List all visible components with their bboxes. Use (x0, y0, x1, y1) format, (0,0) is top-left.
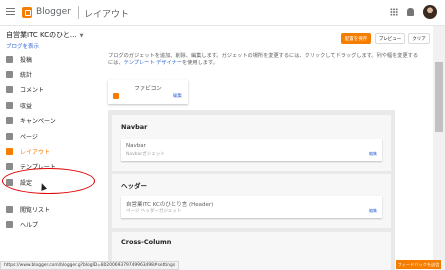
section-title: ヘッダー (121, 182, 147, 190)
sidebar-item-label: ヘルプ (20, 221, 39, 229)
divider (78, 6, 79, 19)
comments-icon (6, 85, 13, 93)
chevron-down-icon: ▼ (79, 33, 84, 39)
notifications-icon[interactable] (407, 8, 414, 16)
brand-name[interactable]: Blogger (36, 7, 71, 17)
sidebar-item-campaigns[interactable]: キャンペーン (0, 113, 98, 127)
navbar-gadget[interactable]: Navbar Navbarガジェット 編集 (121, 139, 382, 161)
sidebar-item-stats[interactable]: 統計 (0, 67, 98, 81)
menu-icon[interactable] (6, 8, 15, 15)
reading-list-icon (6, 205, 13, 213)
blog-title-selector[interactable]: 自営業ITC KCのひと... ▼ (6, 30, 83, 40)
apps-grid-icon[interactable] (390, 8, 398, 16)
section-navbar: Navbar Navbar Navbarガジェット 編集 (112, 115, 391, 171)
sidebar-item-help[interactable]: ヘルプ (0, 217, 98, 231)
sidebar-item-posts[interactable]: 投稿 (0, 52, 98, 66)
help-icon (6, 220, 13, 228)
scrollbar[interactable] (433, 26, 445, 270)
gadget-title: Navbar (126, 143, 146, 149)
sidebar-item-reading-list[interactable]: 閲覧リスト (0, 202, 98, 216)
posts-icon (6, 55, 13, 63)
section-header: ヘッダー 自営業ITC KCのひとり言 (Header) ページ ヘッダーガジェ… (112, 174, 391, 228)
sidebar-item-label: 閲覧リスト (20, 206, 51, 214)
stats-icon (6, 70, 13, 78)
layout-intro-text: ブログのガジェットを追加、削除、編集します。ガジェットの場所を変更するには、クリ… (108, 53, 423, 67)
top-bar: Blogger レイアウト (0, 0, 445, 26)
template-designer-link[interactable]: テンプレート デザイナー (124, 60, 182, 66)
sidebar-item-label: 統計 (20, 71, 33, 79)
page-title: レイアウト (84, 10, 130, 20)
blogger-favicon-icon (113, 93, 119, 99)
sidebar-item-layout[interactable]: レイアウト (0, 144, 98, 158)
template-icon (6, 162, 13, 170)
gadget-subtitle: ページ ヘッダーガジェット (126, 209, 182, 214)
sidebar-item-label: ページ (20, 133, 38, 141)
sidebar-item-label: レイアウト (20, 148, 51, 156)
sidebar-item-label: 収益 (20, 102, 33, 110)
send-feedback-button[interactable]: フィードバックを送信 (396, 260, 441, 269)
scrollbar-thumb[interactable] (435, 62, 443, 132)
save-arrangement-button[interactable]: 配置を保存 (341, 33, 371, 44)
header-gadget[interactable]: 自営業ITC KCのひとり言 (Header) ページ ヘッダーガジェット 編集 (121, 196, 382, 218)
top-icons (390, 5, 437, 19)
settings-highlight-circle (2, 168, 95, 194)
avatar[interactable] (423, 5, 437, 19)
section-title: Cross-Column (121, 238, 172, 246)
gadget-title: 自営業ITC KCのひとり言 (Header) (126, 202, 214, 208)
favicon-gadget[interactable]: ファビコン 編集 (108, 80, 188, 104)
favicon-edit-link[interactable]: 編集 (173, 93, 182, 99)
clear-button[interactable]: クリア (408, 33, 430, 44)
layout-editor: Navbar Navbar Navbarガジェット 編集 ヘッダー 自営業ITC… (108, 110, 395, 270)
section-title: Navbar (121, 123, 148, 131)
sidebar-item-label: キャンペーン (20, 117, 56, 125)
pages-icon (6, 132, 13, 140)
sidebar-item-comments[interactable]: コメント (0, 82, 98, 96)
favicon-title: ファビコン (134, 86, 162, 92)
sidebar-item-pages[interactable]: ページ (0, 129, 98, 143)
blogger-logo-icon[interactable] (22, 7, 32, 18)
blog-title: 自営業ITC KCのひと... (6, 31, 77, 39)
sidebar-item-earnings[interactable]: 収益 (0, 98, 98, 112)
campaigns-icon (6, 116, 13, 124)
layout-icon (6, 147, 13, 155)
view-blog-link[interactable]: ブログを表示 (6, 42, 39, 50)
status-bar-url: https://www.blogger.com/blogger.g?blogID… (0, 261, 180, 270)
earnings-icon (6, 101, 13, 109)
sidebar-item-label: コメント (20, 86, 45, 94)
preview-button[interactable]: プレビュー (375, 33, 405, 44)
gadget-edit-link[interactable]: 編集 (369, 208, 377, 214)
gadget-subtitle: Navbarガジェット (126, 152, 165, 157)
sidebar-item-label: 投稿 (20, 56, 33, 64)
gadget-edit-link[interactable]: 編集 (369, 151, 377, 157)
intro-tail: を使用します。 (182, 60, 218, 66)
